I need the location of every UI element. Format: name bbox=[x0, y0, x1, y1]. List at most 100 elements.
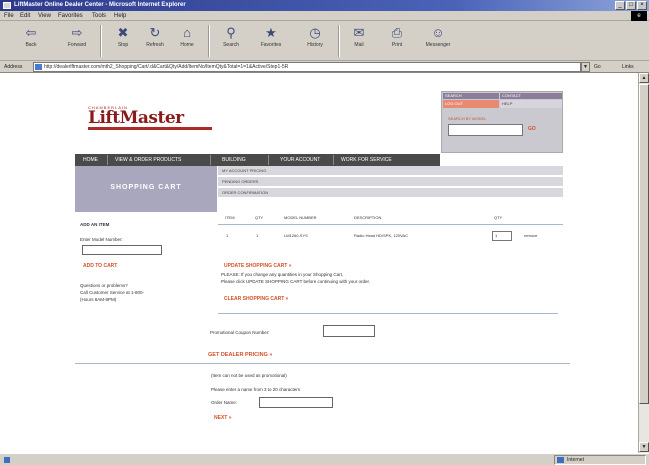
scroll-down-icon[interactable]: ▼ bbox=[639, 442, 649, 452]
mail-button[interactable]: ✉ Mail bbox=[344, 24, 374, 58]
next-button[interactable]: NEXT » bbox=[208, 412, 237, 424]
row-item: 1 bbox=[226, 233, 229, 238]
links-button[interactable]: Links bbox=[622, 64, 634, 70]
refresh-icon: ↻ bbox=[149, 25, 161, 40]
order-name-label: Order Name: bbox=[211, 400, 238, 405]
row-model: LM1260-SYS bbox=[284, 233, 308, 238]
favorites-icon: ★ bbox=[265, 25, 277, 40]
menu-favorites[interactable]: Favorites bbox=[58, 13, 83, 19]
promo-label: Promotional Coupon Number: bbox=[210, 330, 270, 335]
browser-toolbar: ⇦ Back ⇨ Forward ✖ Stop ↻ Refresh ⌂ Home… bbox=[0, 21, 649, 61]
order-name-input[interactable] bbox=[259, 397, 333, 408]
maximize-button[interactable]: □ bbox=[626, 1, 636, 10]
scroll-thumb[interactable] bbox=[639, 84, 649, 404]
close-button[interactable]: × bbox=[637, 1, 647, 10]
address-dropdown-icon[interactable]: ▼ bbox=[581, 62, 590, 72]
refresh-button[interactable]: ↻ Refresh bbox=[140, 24, 170, 58]
clear-cart-button[interactable]: CLEAR SHOPPING CART » bbox=[217, 293, 295, 305]
customer-service-text: Call Customer Service at 1-800- bbox=[80, 290, 145, 295]
logout-link[interactable]: LOG OUT bbox=[443, 100, 499, 108]
brand-name: LiftMaster bbox=[88, 108, 184, 128]
nav-work-for-service[interactable]: WORK FOR SERVICE bbox=[341, 157, 392, 163]
update-notice-1: PLEASE: If you change any quantities in … bbox=[221, 272, 344, 277]
mail-icon: ✉ bbox=[353, 25, 365, 40]
stop-icon: ✖ bbox=[117, 25, 129, 40]
cart-table-header: ITEM QTY MODEL NUMBER DESCRIPTION QTY bbox=[218, 214, 563, 222]
account-header-search: SEARCH bbox=[443, 93, 499, 99]
update-cart-button[interactable]: UPDATE SHOPPING CART » bbox=[217, 260, 298, 272]
title-bar: LiftMaster Online Dealer Center - Micros… bbox=[0, 0, 649, 11]
menu-bar: File Edit View Favorites Tools Help e bbox=[0, 11, 649, 21]
stop-button[interactable]: ✖ Stop bbox=[108, 24, 138, 58]
help-link[interactable]: HELP bbox=[500, 100, 562, 108]
dealer-pricing-title[interactable]: GET DEALER PRICING » bbox=[193, 348, 288, 362]
name-instructions: Please enter a name from 3 to 20 charact… bbox=[211, 387, 301, 392]
home-button[interactable]: ⌂ Home bbox=[172, 24, 202, 58]
minimize-button[interactable]: _ bbox=[615, 1, 625, 10]
menu-help[interactable]: Help bbox=[114, 13, 126, 19]
model-number-input[interactable] bbox=[82, 245, 162, 255]
menu-tools[interactable]: Tools bbox=[92, 13, 106, 19]
account-header-contact: CONTACT bbox=[500, 93, 562, 99]
internet-zone-icon bbox=[557, 457, 564, 463]
search-go-button[interactable]: GO bbox=[528, 126, 536, 132]
shopping-cart-banner: SHOPPING CART bbox=[75, 166, 217, 212]
add-item-title: ADD AN ITEM bbox=[80, 222, 110, 227]
menu-edit[interactable]: Edit bbox=[20, 13, 30, 19]
questions-text: Questions or problems? bbox=[80, 283, 128, 288]
messenger-button[interactable]: ☺ Messenger bbox=[418, 24, 458, 58]
menu-view[interactable]: View bbox=[38, 13, 51, 19]
promo-code-input[interactable] bbox=[323, 325, 375, 337]
remove-link[interactable]: remove bbox=[524, 233, 537, 238]
nav-your-account[interactable]: YOUR ACCOUNT bbox=[280, 157, 320, 163]
update-notice-2: Please click UPDATE SHOPPING CART before… bbox=[221, 279, 371, 284]
forward-button[interactable]: ⇨ Forward bbox=[62, 24, 92, 58]
ie-throbber-icon: e bbox=[631, 11, 647, 21]
row-description: Radio Head HD/SPK, 120VAC bbox=[354, 233, 408, 238]
address-input[interactable]: http://dealerlftmaster.com/mth2_Shopping… bbox=[33, 62, 581, 72]
search-model-label: SEARCH BY MODEL bbox=[448, 116, 487, 121]
col-qty: QTY bbox=[255, 215, 264, 220]
model-number-label: Enter Model Number: bbox=[80, 237, 123, 242]
search-icon: ⚲ bbox=[226, 25, 236, 40]
menu-file[interactable]: File bbox=[4, 13, 14, 19]
address-bar: Address http://dealerlftmaster.com/mth2_… bbox=[0, 61, 649, 73]
go-button[interactable]: Go bbox=[594, 64, 601, 70]
liftmaster-logo: CHAMBERLAIN LiftMaster bbox=[88, 105, 212, 130]
model-search-input[interactable] bbox=[448, 124, 523, 136]
add-to-cart-button[interactable]: ADD TO CART bbox=[76, 260, 124, 272]
search-button[interactable]: ⚲ Search bbox=[216, 24, 246, 58]
page-done-icon bbox=[4, 457, 10, 463]
quantity-input[interactable]: 1 bbox=[492, 231, 512, 241]
col-model: MODEL NUMBER bbox=[284, 215, 317, 220]
history-button[interactable]: ◷ History bbox=[300, 24, 330, 58]
vertical-scrollbar[interactable]: ▲ ▼ bbox=[638, 73, 649, 453]
print-icon: ⎙ bbox=[391, 25, 403, 40]
back-button[interactable]: ⇦ Back bbox=[16, 24, 46, 58]
promo-note: (Item can not be used as promotional) bbox=[211, 373, 287, 378]
home-icon: ⌂ bbox=[183, 25, 191, 40]
favorites-button[interactable]: ★ Favorites bbox=[256, 24, 286, 58]
history-icon: ◷ bbox=[309, 25, 321, 40]
page-viewport: CHAMBERLAIN LiftMaster SEARCH CONTACT LO… bbox=[0, 73, 638, 453]
main-nav: HOME VIEW & ORDER PRODUCTS BUILDING YOUR… bbox=[75, 154, 440, 166]
col-description: DESCRIPTION bbox=[354, 215, 382, 220]
nav-view-order-products[interactable]: VIEW & ORDER PRODUCTS bbox=[115, 157, 181, 163]
print-button[interactable]: ⎙ Print bbox=[382, 24, 412, 58]
address-label: Address bbox=[4, 64, 23, 70]
security-zone: Internet bbox=[554, 455, 646, 465]
row-qty: 1 bbox=[256, 233, 259, 238]
ie-app-icon bbox=[3, 2, 11, 9]
account-panel: SEARCH CONTACT LOG OUT HELP SEARCH BY MO… bbox=[441, 91, 563, 153]
nav-home[interactable]: HOME bbox=[83, 157, 98, 163]
subnav-pricing[interactable]: MY ACCOUNT PRICING bbox=[218, 166, 563, 176]
subnav-pending-orders[interactable]: PENDING ORDERS bbox=[218, 177, 563, 187]
col-item: ITEM bbox=[225, 215, 235, 220]
col-qty-edit: QTY bbox=[494, 215, 503, 220]
forward-arrow-icon: ⇨ bbox=[71, 25, 83, 40]
table-row: 1 1 LM1260-SYS Radio Head HD/SPK, 120VAC… bbox=[218, 231, 563, 243]
nav-building[interactable]: BUILDING bbox=[222, 157, 246, 163]
subnav-order-confirmation[interactable]: ORDER CONFIRMATION bbox=[218, 188, 563, 198]
back-arrow-icon: ⇦ bbox=[25, 25, 37, 40]
scroll-up-icon[interactable]: ▲ bbox=[639, 73, 649, 83]
